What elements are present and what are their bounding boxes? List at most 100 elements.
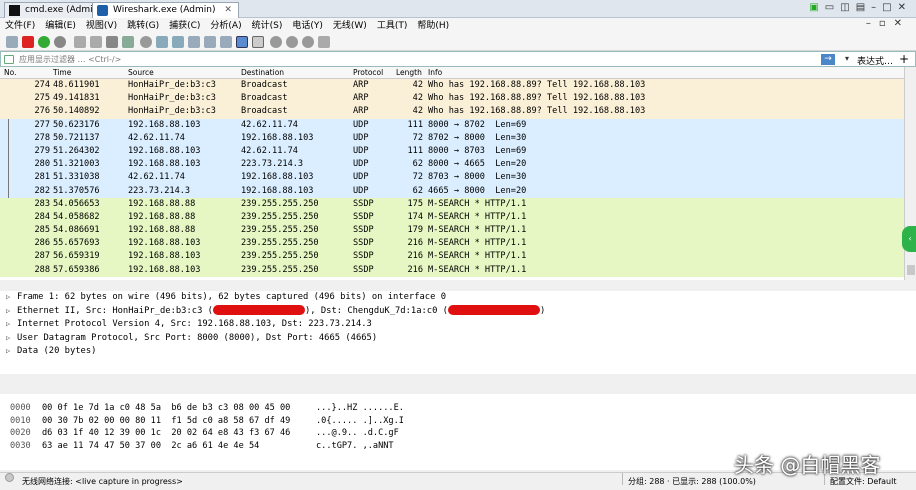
bytes-ascii[interactable]: .0{..... .]..Xg.I xyxy=(316,415,404,428)
packet-row[interactable]: 282 51.370576 223.73.214.3 192.168.88.103 UD… xyxy=(0,184,904,198)
go-forward-icon[interactable] xyxy=(172,36,184,48)
bytes-ascii[interactable]: c..tGP7. ,.aNNT xyxy=(316,440,394,453)
packet-row[interactable]: 274 48.611901 HonHaiPr_de:b3:c3 Broadcast AR… xyxy=(0,79,904,93)
mdi-minimize-icon[interactable]: – xyxy=(866,18,879,29)
pane-splitter-bottom[interactable] xyxy=(0,374,916,394)
menu-wireless[interactable]: 无线(W) xyxy=(328,18,372,34)
bytes-hex[interactable]: 00 0f 1e 7d 1a c0 48 5a b6 de b3 c3 08 0… xyxy=(42,402,290,415)
cell-src: 42.62.11.74 xyxy=(128,172,185,183)
packet-row[interactable]: 287 56.659319 192.168.88.103 239.255.255.25… xyxy=(0,250,904,264)
packet-list[interactable]: No. Time Source Destination Protocol Len… xyxy=(0,67,904,280)
normal-size-icon[interactable] xyxy=(302,36,314,48)
expand-arrow-icon[interactable]: ▷ xyxy=(6,291,10,305)
packet-row[interactable]: 280 51.321003 192.168.88.103 223.73.214.3 UD… xyxy=(0,158,904,172)
expression-button[interactable]: 表达式… xyxy=(857,54,893,67)
resize-columns-icon[interactable] xyxy=(318,36,330,48)
packet-row[interactable]: 288 57.659386 192.168.88.103 239.255.255.25… xyxy=(0,263,904,277)
menu-telephony[interactable]: 电话(Y) xyxy=(287,18,328,34)
side-float-button[interactable]: ‹ xyxy=(902,226,916,252)
cell-time: 54.058682 xyxy=(53,211,100,222)
go-to-packet-icon[interactable] xyxy=(188,36,200,48)
detail-frame[interactable]: ▷ Frame 1: 62 bytes on wire (496 bits), 6… xyxy=(0,291,916,305)
menu-statistics[interactable]: 统计(S) xyxy=(247,18,288,34)
scroll-thumb[interactable] xyxy=(907,265,915,275)
col-source[interactable]: Source xyxy=(128,68,154,77)
expand-arrow-icon[interactable]: ▷ xyxy=(6,305,10,319)
restart-capture-icon[interactable] xyxy=(38,36,50,48)
expand-arrow-icon[interactable]: ▷ xyxy=(6,345,10,359)
menu-capture[interactable]: 捕获(C) xyxy=(164,18,205,34)
pin-icon[interactable]: ◫ xyxy=(840,2,855,13)
packet-row[interactable]: 281 51.331038 42.62.11.74 192.168.88.103 UDP… xyxy=(0,171,904,185)
first-packet-icon[interactable] xyxy=(204,36,216,48)
colorize-icon[interactable] xyxy=(252,36,264,48)
menu-go[interactable]: 跳转(G) xyxy=(122,18,164,34)
close-icon[interactable]: ✕ xyxy=(898,2,912,13)
menu-edit[interactable]: 编辑(E) xyxy=(40,18,81,34)
zoom-in-icon[interactable] xyxy=(270,36,282,48)
packet-row[interactable]: 279 51.264302 192.168.88.103 42.62.11.74 UDP… xyxy=(0,144,904,159)
bytes-hex[interactable]: 00 30 7b 02 00 00 80 11 f1 5d c0 a8 58 6… xyxy=(42,415,290,428)
stop-capture-icon[interactable] xyxy=(22,36,34,48)
shark-fin-start-icon[interactable] xyxy=(6,36,18,48)
packet-row[interactable]: 286 55.657693 192.168.88.103 239.255.255.25… xyxy=(0,237,904,251)
packet-row[interactable]: 283 54.056653 192.168.88.88 239.255.255.250… xyxy=(0,197,904,211)
col-length[interactable]: Length xyxy=(396,68,422,77)
go-back-icon[interactable] xyxy=(156,36,168,48)
pane-splitter-top[interactable] xyxy=(0,280,916,291)
reload-icon[interactable] xyxy=(122,36,134,48)
packet-details[interactable]: ▷ Frame 1: 62 bytes on wire (496 bits), 6… xyxy=(0,291,916,374)
tab-wireshark[interactable]: Wireshark.exe (Admin) ✕ xyxy=(92,2,239,18)
expert-info-icon[interactable] xyxy=(5,473,14,482)
bytes-ascii[interactable]: ...@.9.. .d.C.gF xyxy=(316,427,399,440)
layout-icon[interactable]: ▤ xyxy=(856,2,871,13)
last-packet-icon[interactable] xyxy=(220,36,232,48)
packet-row[interactable]: 277 50.623176 192.168.88.103 42.62.11.74 UDP… xyxy=(0,118,904,132)
restore-icon[interactable]: ▭ xyxy=(825,2,840,13)
expand-arrow-icon[interactable]: ▷ xyxy=(6,332,10,346)
bytes-hex[interactable]: d6 03 1f 40 12 39 00 1c 20 02 64 e8 43 f… xyxy=(42,427,290,440)
mdi-close-icon[interactable]: ✕ xyxy=(894,18,910,29)
packet-row[interactable]: 278 50.721137 42.62.11.74 192.168.88.103 UDP… xyxy=(0,131,904,145)
zoom-out-icon[interactable] xyxy=(286,36,298,48)
filter-history-dropdown-icon[interactable]: ▾ xyxy=(845,54,849,63)
packet-row[interactable]: 285 54.086691 192.168.88.88 239.255.255.250… xyxy=(0,224,904,238)
col-no[interactable]: No. xyxy=(4,68,16,77)
detail-udp[interactable]: ▷ User Datagram Protocol, Src Port: 8000 … xyxy=(0,332,916,346)
open-file-icon[interactable] xyxy=(74,36,86,48)
maximize-icon[interactable]: □ xyxy=(882,2,897,13)
display-filter-input[interactable]: 应用显示过滤器 … <Ctrl-/> xyxy=(19,54,121,65)
expand-arrow-icon[interactable]: ▷ xyxy=(6,318,10,332)
close-file-icon[interactable] xyxy=(106,36,118,48)
add-filter-button[interactable]: + xyxy=(899,52,909,66)
cell-info: 8702 → 8000 Len=30 xyxy=(428,132,527,143)
col-protocol[interactable]: Protocol xyxy=(353,68,383,77)
minimize-icon[interactable]: – xyxy=(871,2,882,13)
save-file-icon[interactable] xyxy=(90,36,102,48)
capture-options-icon[interactable] xyxy=(54,36,66,48)
menu-tools[interactable]: 工具(T) xyxy=(372,18,413,34)
cell-proto: UDP xyxy=(353,185,369,196)
apply-filter-arrow-icon[interactable]: → xyxy=(821,54,835,65)
bookmark-filter-icon[interactable] xyxy=(4,55,14,64)
menu-file[interactable]: 文件(F) xyxy=(0,18,40,34)
menu-help[interactable]: 帮助(H) xyxy=(412,18,454,34)
find-packet-icon[interactable] xyxy=(140,36,152,48)
packet-row[interactable]: 275 49.141831 HonHaiPr_de:b3:c3 Broadcast AR… xyxy=(0,92,904,106)
packet-row[interactable]: 284 54.058682 192.168.88.88 239.255.255.250… xyxy=(0,210,904,225)
packet-row[interactable]: 276 50.140892 HonHaiPr_de:b3:c3 Broadcast AR… xyxy=(0,105,904,119)
tab-close-icon[interactable]: ✕ xyxy=(224,5,232,15)
mdi-restore-icon[interactable]: ▫ xyxy=(879,18,894,29)
autoscroll-icon[interactable] xyxy=(236,36,248,48)
detail-ip[interactable]: ▷ Internet Protocol Version 4, Src: 192.1… xyxy=(0,318,916,332)
col-info[interactable]: Info xyxy=(428,68,442,77)
detail-data[interactable]: ▷ Data (20 bytes) xyxy=(0,345,916,359)
bytes-ascii[interactable]: ...}..HZ ......E. xyxy=(316,402,404,415)
menu-analyze[interactable]: 分析(A) xyxy=(205,18,246,34)
bytes-hex[interactable]: 63 ae 11 74 47 50 37 00 2c a6 61 4e 4e 5… xyxy=(42,440,259,453)
detail-ethernet[interactable]: ▷ Ethernet II, Src: HonHaiPr_de:b3:c3 (),… xyxy=(0,305,916,319)
col-time[interactable]: Time xyxy=(53,68,71,77)
col-destination[interactable]: Destination xyxy=(241,68,284,77)
green-square-icon[interactable]: ▣ xyxy=(809,2,824,13)
menu-view[interactable]: 视图(V) xyxy=(81,18,122,34)
